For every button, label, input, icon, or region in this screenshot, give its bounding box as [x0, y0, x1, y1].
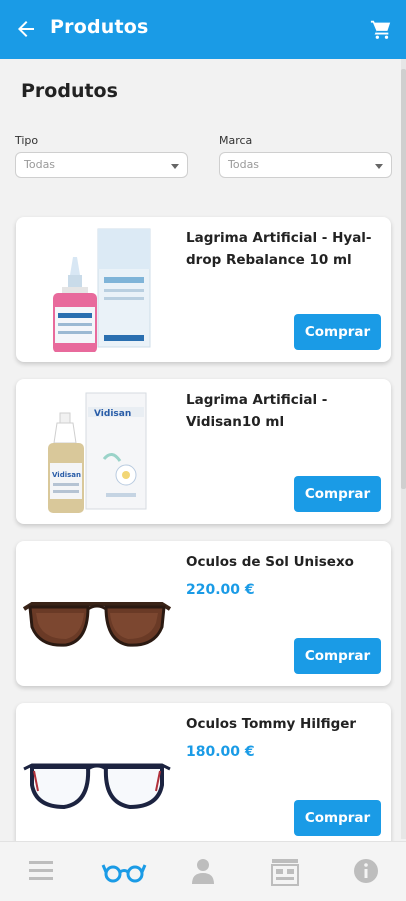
- buy-button[interactable]: Comprar: [294, 476, 381, 512]
- tipo-select-value: Todas: [24, 158, 56, 171]
- glasses-icon[interactable]: [101, 854, 147, 888]
- product-name: Oculos de Sol Unisexo: [186, 554, 354, 570]
- scrollbar[interactable]: [401, 59, 406, 839]
- product-card[interactable]: Oculos de Sol Unisexo 220.00 € Comprar: [16, 541, 391, 686]
- sunglasses-icon: [22, 602, 172, 647]
- product-price: 220.00 €: [186, 582, 255, 598]
- product-name: Lagrima Artificial - Hyal-drop Rebalance…: [186, 230, 372, 268]
- buy-button[interactable]: Comprar: [294, 800, 381, 836]
- marca-filter-label: Marca: [219, 134, 253, 147]
- product-price: 180.00 €: [186, 744, 255, 760]
- user-icon[interactable]: [184, 854, 222, 888]
- product-card[interactable]: Vidisan Vidisan Lagrima Artificial - Vid…: [16, 379, 391, 524]
- tipo-select[interactable]: Todas: [15, 152, 188, 178]
- marca-select-value: Todas: [228, 158, 260, 171]
- cart-icon[interactable]: [370, 18, 392, 40]
- product-card[interactable]: Oculos Tommy Hilfiger 180.00 € Comprar: [16, 703, 391, 848]
- eye-drops-bottle-icon: [53, 228, 151, 352]
- buy-button[interactable]: Comprar: [294, 638, 381, 674]
- chevron-down-icon: [375, 164, 383, 169]
- store-icon[interactable]: [266, 854, 304, 888]
- svg-text:Vidisan: Vidisan: [94, 409, 131, 419]
- svg-text:Vidisan: Vidisan: [52, 471, 81, 479]
- eyeglasses-icon: [23, 763, 171, 810]
- scrollbar-thumb[interactable]: [401, 69, 406, 489]
- product-name: Oculos Tommy Hilfiger: [186, 716, 357, 732]
- app-bar: Produtos: [0, 0, 406, 59]
- product-name: Lagrima Artificial - Vidisan10 ml: [186, 392, 328, 430]
- bottom-navigation: [0, 841, 406, 901]
- eye-drops-bottle-icon: Vidisan Vidisan: [48, 392, 147, 513]
- buy-button[interactable]: Comprar: [294, 314, 381, 350]
- tipo-filter-label: Tipo: [15, 134, 39, 147]
- chevron-down-icon: [171, 164, 179, 169]
- page-title: Produtos: [21, 80, 118, 102]
- info-icon[interactable]: [347, 854, 385, 888]
- back-arrow-icon[interactable]: [14, 17, 38, 41]
- app-bar-title: Produtos: [50, 16, 149, 38]
- marca-select[interactable]: Todas: [219, 152, 392, 178]
- product-card[interactable]: Lagrima Artificial - Hyal-drop Rebalance…: [16, 217, 391, 362]
- menu-icon[interactable]: [22, 854, 60, 888]
